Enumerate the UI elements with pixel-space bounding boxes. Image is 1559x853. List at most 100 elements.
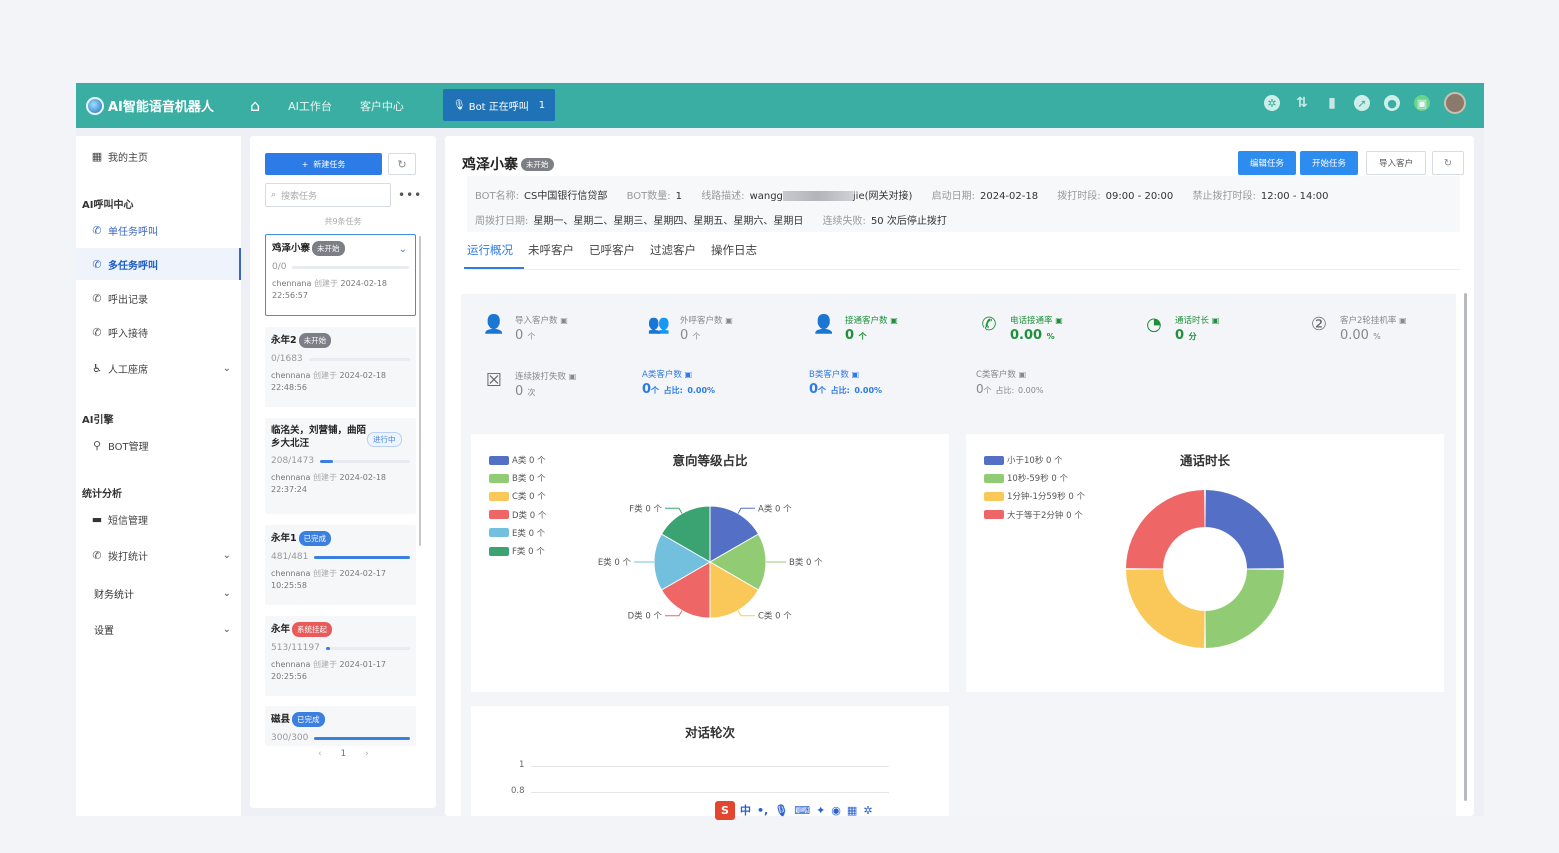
sidebar-item-manual-seat[interactable]: ♿ 人工座席 ⌄	[76, 352, 241, 384]
ratio-label: 占比:	[995, 386, 1015, 395]
created-label: 创建于	[312, 473, 337, 482]
fullscreen-icon[interactable]: ▣	[1414, 95, 1430, 111]
compass-icon[interactable]: ➚	[1354, 95, 1370, 111]
pie-slice-10秒-59秒[interactable]	[1205, 569, 1284, 648]
nav-ai-workbench[interactable]: AI工作台	[288, 98, 332, 114]
sidebar-item-call-out-records[interactable]: ✆ 呼出记录	[76, 282, 241, 314]
bot-calling-status[interactable]: 🎙 Bot 正在呼叫 1	[443, 89, 555, 121]
task-card[interactable]: 鸡泽小寨 未开始 ⌄ 0/0 chennana 创建于 2024-02-18 22:…	[265, 234, 416, 316]
emoji-icon[interactable]: ◉	[831, 804, 841, 817]
apps-icon[interactable]: ▦	[847, 804, 857, 817]
stat-unit: 个	[527, 332, 536, 341]
stat-class-a: A类客户数 ▣ 0个 占比: 0.00%	[642, 368, 715, 397]
sidebar-item-multi-task-call[interactable]: ✆ 多任务呼叫	[76, 248, 241, 280]
stat-unit: 个	[858, 332, 867, 341]
start-task-button[interactable]: 开始任务	[1299, 151, 1358, 175]
task-list-scrollbar[interactable]	[419, 236, 421, 546]
pie-label-line	[665, 610, 683, 617]
sidebar: ▦ 我的主页 AI呼叫中心 ✆ 单任务呼叫 ✆ 多任务呼叫 ✆ 呼出记录 ✆ 呼…	[76, 136, 241, 816]
top-bar-tools: ✲ ⇅ ▮ ➚ ● ▣	[1250, 92, 1466, 114]
stat-connected-customers: 👤 接通客户数 ▣ 0 个	[811, 314, 898, 343]
skin-icon[interactable]: ✦	[816, 804, 825, 817]
sidebar-item-label: 短信管理	[108, 515, 148, 527]
task-created-date: 2024-02-18	[339, 473, 387, 482]
bookmark-icon[interactable]: ▮	[1324, 95, 1340, 111]
stat-value: 0	[680, 328, 689, 343]
stat-unit: 个	[818, 386, 827, 395]
edit-task-button[interactable]: 编辑任务	[1237, 151, 1296, 175]
new-task-button[interactable]: + 新建任务	[265, 153, 382, 175]
nav-customer-center[interactable]: 客户中心	[360, 98, 404, 114]
page-number[interactable]: 1	[340, 749, 346, 759]
task-card[interactable]: 永年2 未开始 0/1683 chennana 创建于 2024-02-18 22:…	[265, 327, 416, 407]
sidebar-item-call-in-reception[interactable]: ✆ 呼入接待	[76, 316, 241, 348]
task-search-input[interactable]: ⌕ 搜索任务	[265, 183, 391, 207]
info-value: 星期一、星期二、星期三、星期四、星期五、星期六、星期日	[533, 216, 804, 227]
call-duration-chart: 通话时长 小于10秒 0 个 10秒-59秒 0 个 1分钟-1分59秒 0 个大于…	[966, 434, 1444, 692]
tab-called-customers[interactable]: 已呼客户	[589, 242, 635, 269]
task-progress-fill	[320, 459, 333, 463]
task-created-time: 20:25:56	[271, 672, 307, 681]
sidebar-item-sms-manage[interactable]: ▬ 短信管理	[76, 503, 241, 535]
stat-value: 0.00	[1010, 328, 1043, 343]
task-card[interactable]: 临洺关，刘营铺，曲陌乡大北汪 进行中 208/1473 chennana 创建于…	[265, 418, 416, 514]
sort-arrows-icon[interactable]: ⇅	[1294, 95, 1310, 111]
task-name: 鸡泽小寨	[272, 243, 311, 254]
sogou-logo-icon[interactable]: S	[715, 800, 735, 820]
home-icon[interactable]: ⌂	[250, 96, 260, 115]
pie-slice-label: D类 0 个	[628, 611, 663, 622]
keyboard-icon[interactable]: ⌨	[794, 804, 810, 817]
pie-slice-大于等于2分钟[interactable]	[1126, 490, 1205, 569]
punctuation-icon[interactable]: •,	[757, 804, 768, 817]
sidebar-item-bot-manage[interactable]: ⚲ BOT管理	[76, 429, 241, 461]
calendar-icon: ▣	[1211, 316, 1220, 325]
microphone-icon[interactable]: 🎙	[774, 804, 788, 817]
refresh-button[interactable]: ↻	[388, 153, 416, 175]
bot-status-count: 1	[538, 99, 546, 111]
settings-icon[interactable]: ✲	[863, 804, 872, 817]
ime-language[interactable]: 中	[740, 802, 751, 818]
main-scrollbar[interactable]	[1464, 293, 1467, 801]
task-card[interactable]: 磁县 已完成 300/300	[265, 706, 416, 746]
sidebar-item-finance-stats[interactable]: 财务统计 ⌄	[76, 577, 241, 609]
chevron-down-icon[interactable]: ⌄	[399, 244, 407, 255]
task-card[interactable]: 永年 系统挂起 513/11197 chennana 创建于 2024-01-17…	[265, 616, 416, 696]
sidebar-item-settings[interactable]: 设置 ⌄	[76, 613, 241, 645]
task-progress-bar	[314, 555, 410, 559]
task-name: 临洺关，刘营铺，曲陌乡大北汪	[271, 425, 367, 449]
refresh-button[interactable]: ↻	[1432, 151, 1464, 175]
tab-operation-log[interactable]: 操作日志	[711, 242, 757, 269]
task-created-time: 22:37:24	[271, 485, 307, 494]
sidebar-item-home[interactable]: ▦ 我的主页	[76, 140, 241, 172]
settings-wheel-icon[interactable]: ✲	[1264, 95, 1280, 111]
user-avatar[interactable]	[1444, 92, 1466, 114]
sidebar-item-single-task-call[interactable]: ✆ 单任务呼叫	[76, 214, 241, 246]
globe-icon[interactable]: ●	[1384, 95, 1400, 111]
pie-slice-1分钟-1分59秒[interactable]	[1126, 569, 1205, 648]
pie-label-line	[737, 610, 755, 617]
app-logo[interactable]: AI智能语音机器人	[86, 96, 236, 115]
import-customer-button[interactable]: 导入客户	[1365, 151, 1426, 175]
info-key: BOT数量:	[626, 191, 671, 202]
tab-overview[interactable]: 运行概况	[464, 242, 524, 269]
pie-slice-小于10秒[interactable]	[1205, 490, 1284, 569]
y-tick-label: 0.8	[511, 786, 525, 796]
intent-pie-svg: A类 0 个 B类 0 个 C类 0 个 D类 0 个 E类 0 个 F类 0 个	[598, 503, 823, 622]
prev-page-icon[interactable]: ‹	[318, 749, 322, 759]
dashboard-icon: ▦	[91, 149, 103, 163]
sidebar-item-dial-stats[interactable]: ✆ 拨打统计 ⌄	[76, 539, 241, 571]
calendar-icon: ▣	[851, 370, 860, 379]
task-creator: chennana	[271, 473, 311, 482]
status-badge: 已完成	[292, 712, 325, 727]
pie-slice-label: B类 0 个	[789, 557, 823, 568]
pie-slice-label: E类 0 个	[598, 557, 632, 568]
sidebar-item-label: 设置	[94, 625, 114, 637]
more-options-icon[interactable]: •••	[398, 188, 422, 202]
tab-filtered-customers[interactable]: 过滤客户	[650, 242, 696, 269]
add-user-icon: 👤	[482, 314, 506, 335]
task-progress-bar	[320, 459, 410, 463]
task-card[interactable]: 永年1 已完成 481/481 chennana 创建于 2024-02-17 10…	[265, 525, 416, 605]
tab-uncalled-customers[interactable]: 未呼客户	[528, 242, 574, 269]
task-progress-text: 300/300	[271, 733, 309, 743]
next-page-icon[interactable]: ›	[365, 749, 369, 759]
